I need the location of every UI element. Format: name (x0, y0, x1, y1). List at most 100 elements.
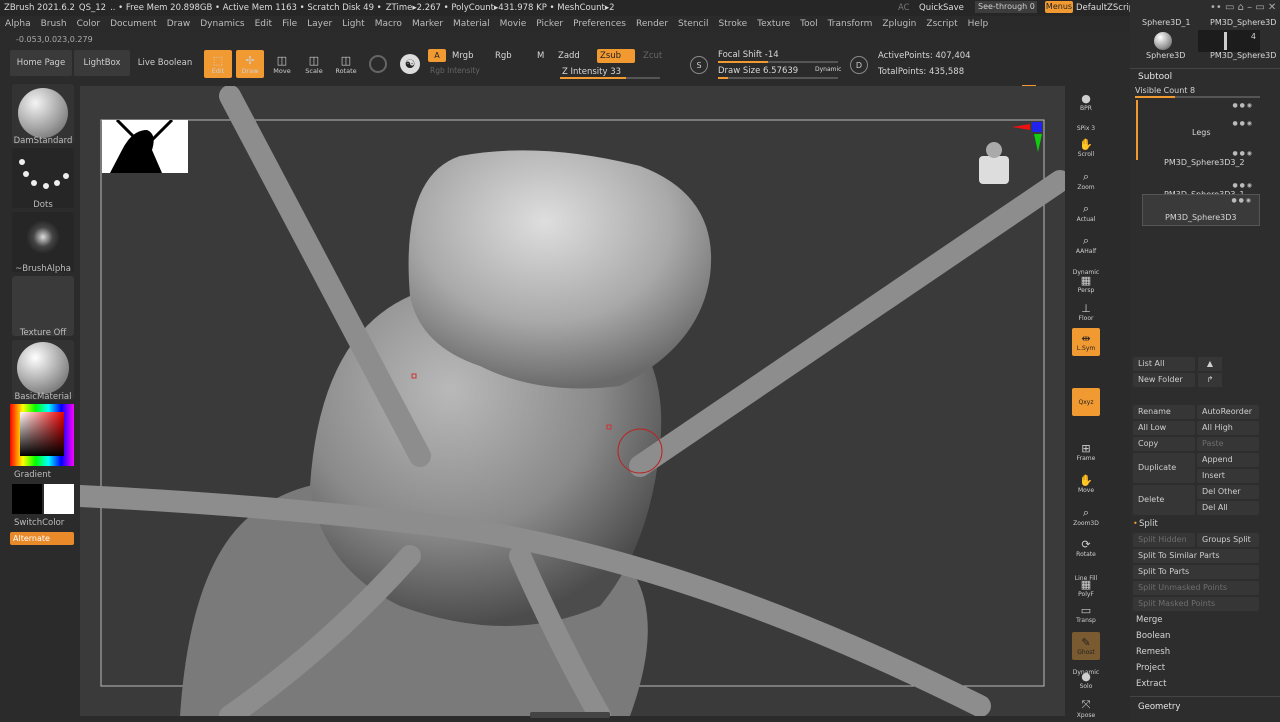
menu-tool[interactable]: Tool (795, 19, 822, 29)
menu-stroke[interactable]: Stroke (713, 19, 752, 29)
menu-dynamics[interactable]: Dynamics (195, 19, 249, 29)
m-button[interactable]: M (537, 51, 544, 61)
alpha-thumbnail[interactable] (12, 212, 74, 272)
project-heading[interactable]: Project (1136, 663, 1165, 673)
home-page-button[interactable]: Home Page (10, 50, 72, 76)
visibility-eye-icon[interactable]: ● ● ◉ (1232, 182, 1252, 189)
split-masked-button[interactable]: Split Masked Points (1133, 597, 1259, 611)
move-button[interactable]: ◫ Move (268, 50, 296, 78)
yinyang-icon[interactable]: ☯ (400, 54, 420, 74)
window-controls-icon[interactable]: •• ▭ ⌂ – ▭ ✕ (1210, 2, 1276, 13)
boolean-heading[interactable]: Boolean (1136, 631, 1170, 641)
lsym-button[interactable]: ⇹ L.Sym (1072, 328, 1100, 356)
delete-button[interactable]: Delete (1133, 485, 1195, 515)
copy-button[interactable]: Copy (1133, 437, 1195, 451)
rotate3d-button[interactable]: ⟳ Rotate (1072, 534, 1100, 562)
default-zscript[interactable]: DefaultZScript (1076, 3, 1138, 13)
menu-texture[interactable]: Texture (752, 19, 795, 29)
del-other-button[interactable]: Del Other (1197, 485, 1259, 499)
rename-button[interactable]: Rename (1133, 405, 1195, 419)
dynamic-toggle[interactable]: Dynamic (815, 66, 841, 73)
insert-button[interactable]: Insert (1197, 469, 1259, 483)
move3d-button[interactable]: ✋ Move (1072, 470, 1100, 498)
visibility-eye-icon[interactable]: ● ● ◉ (1232, 102, 1252, 109)
draw-size-slider[interactable]: Draw Size 6.57639 (718, 66, 798, 76)
duplicate-button[interactable]: Duplicate (1133, 453, 1195, 483)
scroll-button[interactable]: ✋ Scroll (1072, 134, 1100, 162)
split-hidden-button[interactable]: Split Hidden (1133, 533, 1195, 547)
del-all-button[interactable]: Del All (1197, 501, 1259, 515)
frame-button[interactable]: ⊞ Frame (1072, 438, 1100, 466)
a-toggle[interactable]: A (428, 49, 446, 62)
visible-count-track[interactable] (1135, 96, 1260, 98)
aahalf-button[interactable]: ⌕ AAHalf (1072, 230, 1100, 258)
alternate-button[interactable]: Alternate (10, 532, 74, 545)
qxyz-button[interactable]: Qxyz (1072, 388, 1100, 416)
transp-button[interactable]: ▭ Transp (1072, 600, 1100, 628)
reference-thumbnail[interactable] (102, 118, 188, 173)
visibility-eye-icon[interactable]: ● ● ◉ (1232, 150, 1252, 157)
visibility-eye-icon[interactable]: ● ● ◉ (1231, 197, 1251, 204)
viewport-canvas[interactable] (69, 85, 1071, 722)
menu-file[interactable]: File (277, 19, 302, 29)
remesh-heading[interactable]: Remesh (1136, 647, 1170, 657)
pm3d-thumbnail[interactable]: 4 (1198, 30, 1260, 52)
groups-split-button[interactable]: Groups Split (1197, 533, 1259, 547)
new-folder-button[interactable]: New Folder (1133, 373, 1195, 387)
edit-button[interactable]: ⬚ Edit (204, 50, 232, 78)
rotate-button[interactable]: ◫ Rotate (332, 50, 360, 78)
paste-button[interactable]: Paste (1197, 437, 1259, 451)
live-boolean-button[interactable]: Live Boolean (136, 50, 194, 76)
menu-render[interactable]: Render (631, 19, 673, 29)
geometry-heading[interactable]: Geometry (1138, 702, 1180, 712)
brush-thumbnail[interactable] (12, 84, 74, 144)
lightbox-button[interactable]: LightBox (74, 50, 130, 76)
zcut-button[interactable]: Zcut (643, 51, 662, 61)
menu-draw[interactable]: Draw (162, 19, 196, 29)
menu-alpha[interactable]: Alpha (0, 19, 36, 29)
scale-button[interactable]: ◫ Scale (300, 50, 328, 78)
d-icon[interactable]: D (850, 56, 868, 74)
menu-layer[interactable]: Layer (302, 19, 337, 29)
draw-button[interactable]: ✢ Draw (236, 50, 264, 78)
s-icon[interactable]: S (690, 56, 708, 74)
switchcolor-button[interactable]: SwitchColor (12, 518, 74, 528)
menus-button[interactable]: Menus (1045, 1, 1073, 13)
menu-help[interactable]: Help (963, 19, 994, 29)
subtool-heading[interactable]: Subtool (1138, 72, 1172, 82)
menu-marker[interactable]: Marker (407, 19, 448, 29)
zsub-button[interactable]: Zsub (597, 49, 635, 63)
append-button[interactable]: Append (1197, 453, 1259, 467)
subtool-row-legs[interactable]: Legs ● ● ◉ (1142, 118, 1260, 146)
arrow-curve-icon[interactable]: ↱ (1198, 373, 1222, 387)
mrgb-button[interactable]: Mrgb (452, 51, 473, 61)
focal-shift-track[interactable] (718, 61, 838, 63)
menu-edit[interactable]: Edit (250, 19, 277, 29)
menu-preferences[interactable]: Preferences (568, 19, 631, 29)
solo-button[interactable]: ● Solo (1072, 666, 1100, 694)
split-similar-button[interactable]: Split To Similar Parts (1133, 549, 1259, 563)
subtool-row-sphere3d3-2[interactable]: PM3D_Sphere3D3_2 ● ● ◉ (1142, 148, 1260, 176)
floor-button[interactable]: ⊥ Floor (1072, 298, 1100, 326)
material-thumbnail[interactable] (12, 340, 74, 400)
merge-heading[interactable]: Merge (1136, 615, 1163, 625)
zoom3d-button[interactable]: ⌕ Zoom3D (1072, 502, 1100, 530)
texture-thumbnail[interactable] (12, 276, 74, 336)
zadd-button[interactable]: Zadd (558, 51, 580, 61)
axis-gizmo[interactable] (1008, 120, 1044, 156)
visible-count-slider[interactable]: Visible Count 8 (1135, 86, 1195, 95)
menu-stencil[interactable]: Stencil (673, 19, 713, 29)
menu-transform[interactable]: Transform (823, 19, 878, 29)
xpose-button[interactable]: ⤧ Xpose (1072, 694, 1100, 722)
primary-color-swatch[interactable] (44, 484, 74, 514)
arrow-up-icon[interactable]: ▲ (1198, 357, 1222, 371)
menu-material[interactable]: Material (448, 19, 495, 29)
polyf-button[interactable]: ▦ PolyF (1072, 574, 1100, 602)
draw-size-track[interactable] (718, 77, 838, 79)
zoom-button[interactable]: ⌕ Zoom (1072, 166, 1100, 194)
stroke-thumbnail[interactable] (12, 148, 74, 208)
ghost-button[interactable]: ✎ Ghost (1072, 632, 1100, 660)
actual-button[interactable]: ⌕ Actual (1072, 198, 1100, 226)
subtool-row-sphere3d3[interactable]: PM3D_Sphere3D3 ● ● ◉ (1142, 194, 1260, 226)
z-intensity-track[interactable] (560, 77, 660, 79)
